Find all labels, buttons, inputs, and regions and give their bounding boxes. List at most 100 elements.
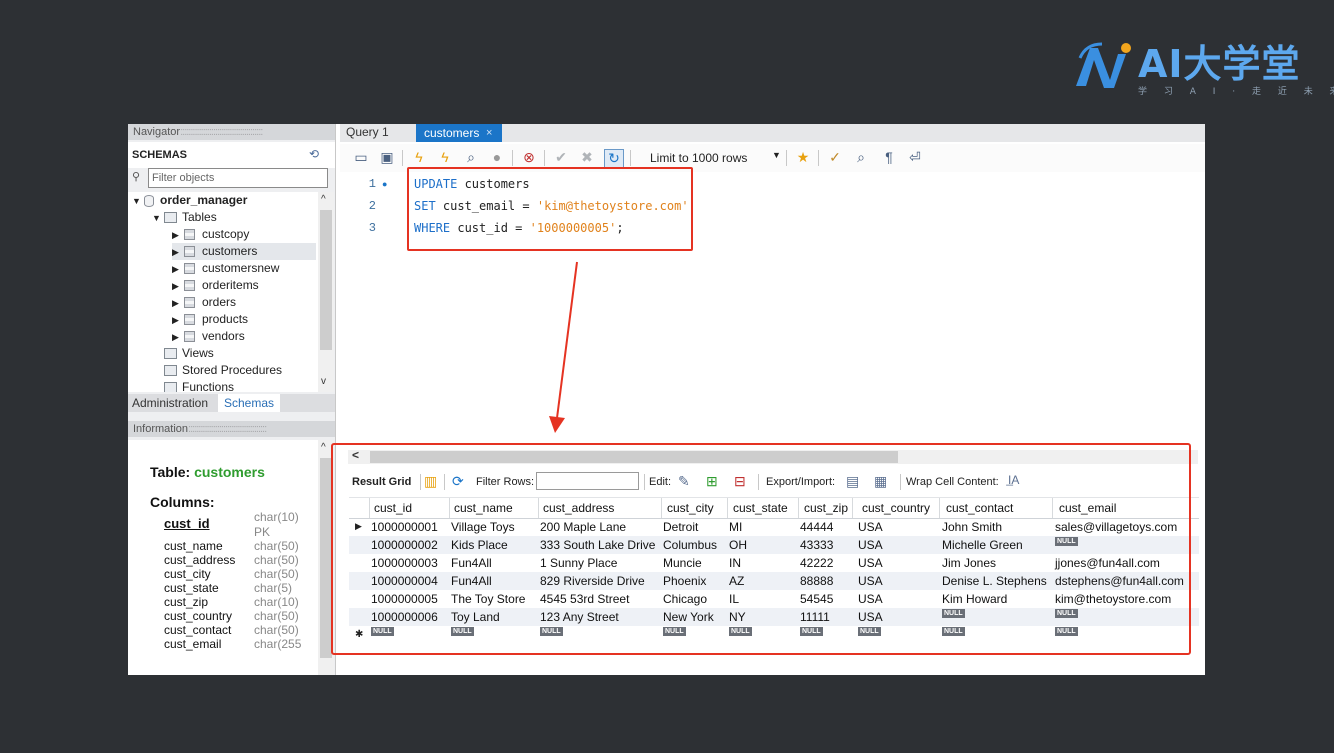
sql-highlight-box <box>407 167 693 251</box>
info-column-type: char(5) <box>254 581 293 595</box>
explain-icon[interactable]: ⌕ <box>462 149 480 166</box>
brand-logo: AI大学堂 学 习 A I · 走 近 未 来 <box>1072 40 1334 98</box>
limit-rows-select[interactable]: Limit to 1000 rows <box>650 151 747 165</box>
navigator-tabs: Administration Schemas <box>128 394 335 412</box>
info-table-name: customers <box>194 464 265 480</box>
tree-item-table[interactable]: ▶ products <box>172 311 248 328</box>
table-icon <box>184 297 195 309</box>
toggle-error-icon[interactable]: ⊗ <box>520 149 538 166</box>
info-column-type: char(10) <box>254 595 299 609</box>
scrollbar-thumb[interactable] <box>320 210 332 350</box>
collapse-arrow-icon: ▶ <box>172 298 179 308</box>
info-column-type: char(50) <box>254 623 299 637</box>
info-column-name: cust_id <box>164 516 210 531</box>
tree-item-database[interactable]: ▼ order_manager <box>132 192 247 209</box>
wrap-lines-icon[interactable]: ⏎ <box>906 149 924 166</box>
info-column-type: char(255 <box>254 637 302 651</box>
current-line-marker-icon: ● <box>382 179 388 189</box>
navigator-title: Navigator <box>133 126 181 138</box>
tree-item-table[interactable]: ▶ vendors <box>172 328 245 345</box>
line-number: 1 <box>368 177 376 191</box>
folder-icon <box>164 365 177 377</box>
table-icon <box>184 280 195 292</box>
info-column-type: char(10) <box>254 510 299 524</box>
execute-current-icon[interactable]: ϟ <box>436 149 454 166</box>
tab-schemas[interactable]: Schemas <box>218 394 280 412</box>
dropdown-arrow-icon[interactable]: ▼ <box>772 150 781 160</box>
collapse-arrow-icon: ▶ <box>172 315 179 325</box>
information-header: Information:::::::::::::::::::::::::::::… <box>128 421 335 437</box>
tab-customers[interactable]: customers × <box>416 124 502 142</box>
tree-item-table-selected[interactable]: ▶ customers <box>172 243 316 260</box>
table-icon <box>184 246 195 258</box>
info-column-key: PK <box>254 525 271 539</box>
info-column-name: cust_city <box>164 567 211 581</box>
table-icon <box>184 331 195 343</box>
collapse-arrow-icon: ▶ <box>172 264 179 274</box>
line-number: 3 <box>368 221 376 235</box>
tree-item-views[interactable]: Views <box>164 345 214 362</box>
collapse-arrow-icon: ▶ <box>172 281 179 291</box>
filter-objects-input[interactable]: Filter objects <box>148 168 328 188</box>
tab-query-1[interactable]: Query 1 <box>346 125 389 139</box>
tree-item-functions[interactable]: Functions <box>164 379 234 392</box>
close-icon[interactable]: × <box>486 124 492 142</box>
folder-icon <box>164 348 177 360</box>
info-column-name: cust_name <box>164 539 223 553</box>
info-column-type: char(50) <box>254 609 299 623</box>
information-title: Information <box>133 423 189 435</box>
folder-icon <box>164 212 177 224</box>
stop-icon[interactable]: ● <box>488 149 506 166</box>
invisible-chars-icon[interactable]: ¶ <box>880 149 898 166</box>
tree-item-table[interactable]: ▶ orders <box>172 294 236 311</box>
broom-icon[interactable]: ✓ <box>826 149 844 166</box>
table-icon <box>184 263 195 275</box>
autocommit-icon[interactable]: ↻ <box>604 149 624 168</box>
logo-subtitle: 学 习 A I · 走 近 未 来 <box>1138 87 1334 97</box>
schemas-label: SCHEMAS <box>132 149 188 161</box>
navigator-panel: Navigator:::::::::::::::::::::::::::::::… <box>128 124 336 675</box>
info-column-name: cust_email <box>164 637 222 651</box>
editor-tabs: Query 1 customers × <box>340 124 1205 142</box>
tree-item-table[interactable]: ▶ customersnew <box>172 260 279 277</box>
info-column-name: cust_address <box>164 553 236 567</box>
tree-item-table[interactable]: ▶ custcopy <box>172 226 249 243</box>
find-icon[interactable]: ⌕ <box>852 149 870 166</box>
search-icon: ⚲ <box>132 171 141 183</box>
collapse-arrow-icon: ▶ <box>172 247 179 257</box>
chevron-up-icon: ^ <box>321 442 326 453</box>
rollback-icon[interactable]: ✖ <box>578 149 596 166</box>
tree-item-tables[interactable]: ▼ Tables <box>152 209 217 226</box>
execute-icon[interactable]: ϟ <box>410 149 428 166</box>
save-icon[interactable]: ▣ <box>378 149 396 166</box>
tree-item-stored-procedures[interactable]: Stored Procedures <box>164 362 282 379</box>
info-columns-label: Columns: <box>150 494 215 510</box>
schema-tree: ▼ order_manager ▼ Tables ▶ custcopy ▶ custom… <box>128 192 318 392</box>
collapse-arrow-icon: ▶ <box>172 230 179 240</box>
expand-arrow-icon: ▼ <box>132 196 141 206</box>
tree-item-table[interactable]: ▶ orderitems <box>172 277 259 294</box>
table-icon <box>184 314 195 326</box>
expand-arrow-icon: ▼ <box>152 213 161 223</box>
commit-icon[interactable]: ✔ <box>552 149 570 166</box>
line-gutter: 1 ● 2 3 <box>340 172 400 442</box>
chevron-up-icon: ^ <box>321 194 326 205</box>
open-folder-icon[interactable]: ▭ <box>352 149 370 166</box>
line-number: 2 <box>368 199 376 213</box>
info-column-name: cust_country <box>164 609 233 623</box>
info-column-type: char(50) <box>254 567 299 581</box>
tree-scrollbar[interactable]: ^ v <box>318 192 334 392</box>
navigator-header: Navigator:::::::::::::::::::::::::::::::… <box>128 124 335 140</box>
info-column-type: char(50) <box>254 553 299 567</box>
beautify-star-icon[interactable]: ★ <box>794 149 812 166</box>
refresh-icon[interactable]: ⟲ <box>309 147 319 161</box>
tab-administration[interactable]: Administration <box>132 396 208 410</box>
info-column-name: cust_state <box>164 581 219 595</box>
info-column-name: cust_zip <box>164 595 209 609</box>
info-column-type: char(50) <box>254 539 299 553</box>
logo-text: AI大学堂 <box>1138 42 1301 86</box>
info-table-line: Table: customers <box>150 464 265 480</box>
chevron-down-icon: v <box>321 376 326 387</box>
table-icon <box>184 229 195 241</box>
collapse-arrow-icon: ▶ <box>172 332 179 342</box>
